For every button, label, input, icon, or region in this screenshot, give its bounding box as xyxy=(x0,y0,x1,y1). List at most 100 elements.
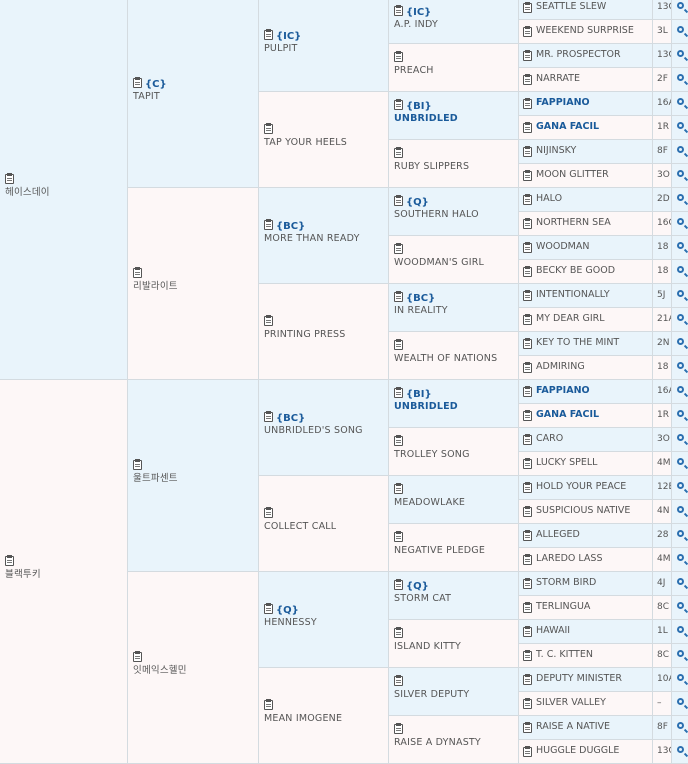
horse-cell-gen5-2[interactable]: MR. PROSPECTOR xyxy=(519,44,653,68)
clipboard-icon[interactable] xyxy=(523,218,532,229)
search-button[interactable] xyxy=(672,164,688,188)
clipboard-icon[interactable] xyxy=(523,2,532,13)
horse-name[interactable]: KEY TO THE MINT xyxy=(536,337,619,348)
clipboard-icon[interactable] xyxy=(523,242,532,253)
horse-cell-gen5-29[interactable]: SILVER VALLEY xyxy=(519,692,653,716)
horse-name[interactable]: SEATTLE SLEW xyxy=(536,1,606,12)
search-button[interactable] xyxy=(672,644,688,668)
horse-cell-gen3-0[interactable]: {IC} PULPIT xyxy=(259,0,389,92)
horse-cell-gen5-14[interactable]: KEY TO THE MINT xyxy=(519,332,653,356)
clipboard-icon[interactable] xyxy=(523,410,532,421)
horse-name[interactable]: RUBY SLIPPERS xyxy=(394,161,469,172)
horse-cell-gen5-17[interactable]: GANA FACIL xyxy=(519,404,653,428)
horse-cell-gen4-15[interactable]: RAISE A DYNASTY xyxy=(389,716,519,764)
horse-name[interactable]: FAPPIANO xyxy=(536,385,590,396)
horse-cell-gen5-11[interactable]: BECKY BE GOOD xyxy=(519,260,653,284)
clipboard-icon[interactable] xyxy=(523,50,532,61)
horse-name[interactable]: BECKY BE GOOD xyxy=(536,265,615,276)
horse-name[interactable]: HUGGLE DUGGLE xyxy=(536,745,619,756)
horse-cell-gen4-5[interactable]: WOODMAN'S GIRL xyxy=(389,236,519,284)
horse-cell-gen2-2[interactable]: 울트파센트 xyxy=(128,380,259,572)
search-button[interactable] xyxy=(672,116,688,140)
horse-cell-gen4-2[interactable]: {BI} UNBRIDLED xyxy=(389,92,519,140)
horse-cell-gen2-1[interactable]: 리발라이트 xyxy=(128,188,259,380)
horse-cell-gen5-10[interactable]: WOODMAN xyxy=(519,236,653,260)
clipboard-icon[interactable] xyxy=(523,98,532,109)
search-button[interactable] xyxy=(672,548,688,572)
clipboard-icon[interactable] xyxy=(133,267,142,278)
horse-name[interactable]: T. C. KITTEN xyxy=(536,649,593,660)
horse-name[interactable]: 리발라이트 xyxy=(133,281,178,292)
horse-cell-gen4-1[interactable]: PREACH xyxy=(389,44,519,92)
search-button[interactable] xyxy=(672,572,688,596)
clipboard-icon[interactable] xyxy=(264,315,273,326)
search-button[interactable] xyxy=(672,404,688,428)
horse-name[interactable]: HOLD YOUR PEACE xyxy=(536,481,626,492)
search-button[interactable] xyxy=(672,740,688,764)
clipboard-icon[interactable] xyxy=(264,219,273,230)
horse-cell-gen5-0[interactable]: SEATTLE SLEW xyxy=(519,0,653,20)
search-button[interactable] xyxy=(672,620,688,644)
horse-cell-gen3-1[interactable]: TAP YOUR HEELS xyxy=(259,92,389,188)
search-button[interactable] xyxy=(672,236,688,260)
search-button[interactable] xyxy=(672,212,688,236)
clipboard-icon[interactable] xyxy=(394,627,403,638)
horse-cell-gen5-7[interactable]: MOON GLITTER xyxy=(519,164,653,188)
clipboard-icon[interactable] xyxy=(394,387,403,398)
clipboard-icon[interactable] xyxy=(523,578,532,589)
horse-name[interactable]: 잇메익스헬민 xyxy=(133,665,187,676)
horse-name[interactable]: TAPIT xyxy=(133,91,160,102)
horse-name[interactable]: MR. PROSPECTOR xyxy=(536,49,621,60)
search-button[interactable] xyxy=(672,44,688,68)
horse-cell-gen1-1[interactable]: 블랙투키 xyxy=(0,380,128,764)
clipboard-icon[interactable] xyxy=(394,579,403,590)
horse-name[interactable]: MEADOWLAKE xyxy=(394,497,465,508)
clipboard-icon[interactable] xyxy=(394,51,403,62)
clipboard-icon[interactable] xyxy=(523,386,532,397)
horse-name[interactable]: INTENTIONALLY xyxy=(536,289,610,300)
horse-name[interactable]: 울트파센트 xyxy=(133,473,178,484)
horse-cell-gen5-5[interactable]: GANA FACIL xyxy=(519,116,653,140)
horse-name[interactable]: COLLECT CALL xyxy=(264,521,336,532)
search-button[interactable] xyxy=(672,668,688,692)
search-button[interactable] xyxy=(672,380,688,404)
search-button[interactable] xyxy=(672,20,688,44)
search-button[interactable] xyxy=(672,500,688,524)
clipboard-icon[interactable] xyxy=(523,122,532,133)
horse-name[interactable]: TAP YOUR HEELS xyxy=(264,137,347,148)
horse-name[interactable]: ALLEGED xyxy=(536,529,580,540)
horse-name[interactable]: TROLLEY SONG xyxy=(394,449,470,460)
horse-name[interactable]: NEGATIVE PLEDGE xyxy=(394,545,485,556)
clipboard-icon[interactable] xyxy=(133,77,142,88)
clipboard-icon[interactable] xyxy=(523,338,532,349)
search-button[interactable] xyxy=(672,452,688,476)
clipboard-icon[interactable] xyxy=(523,674,532,685)
horse-name[interactable]: TERLINGUA xyxy=(536,601,590,612)
horse-cell-gen5-13[interactable]: MY DEAR GIRL xyxy=(519,308,653,332)
clipboard-icon[interactable] xyxy=(394,243,403,254)
horse-name[interactable]: 헤이스데이 xyxy=(5,187,50,198)
clipboard-icon[interactable] xyxy=(133,651,142,662)
horse-name[interactable]: ADMIRING xyxy=(536,361,585,372)
clipboard-icon[interactable] xyxy=(394,147,403,158)
clipboard-icon[interactable] xyxy=(523,266,532,277)
search-button[interactable] xyxy=(672,308,688,332)
horse-name[interactable]: GANA FACIL xyxy=(536,409,599,420)
clipboard-icon[interactable] xyxy=(523,650,532,661)
horse-cell-gen5-6[interactable]: NIJINSKY xyxy=(519,140,653,164)
search-button[interactable] xyxy=(672,428,688,452)
horse-name[interactable]: WEEKEND SURPRISE xyxy=(536,25,634,36)
clipboard-icon[interactable] xyxy=(523,554,532,565)
horse-cell-gen5-26[interactable]: HAWAII xyxy=(519,620,653,644)
horse-cell-gen5-31[interactable]: HUGGLE DUGGLE xyxy=(519,740,653,764)
horse-name[interactable]: NORTHERN SEA xyxy=(536,217,611,228)
clipboard-icon[interactable] xyxy=(523,74,532,85)
clipboard-icon[interactable] xyxy=(394,195,403,206)
horse-name[interactable]: DEPUTY MINISTER xyxy=(536,673,622,684)
horse-name[interactable]: STORM BIRD xyxy=(536,577,596,588)
horse-cell-gen3-5[interactable]: COLLECT CALL xyxy=(259,476,389,572)
horse-name[interactable]: SILVER VALLEY xyxy=(536,697,606,708)
horse-cell-gen5-28[interactable]: DEPUTY MINISTER xyxy=(519,668,653,692)
horse-name[interactable]: NIJINSKY xyxy=(536,145,576,156)
horse-cell-gen2-3[interactable]: 잇메익스헬민 xyxy=(128,572,259,764)
